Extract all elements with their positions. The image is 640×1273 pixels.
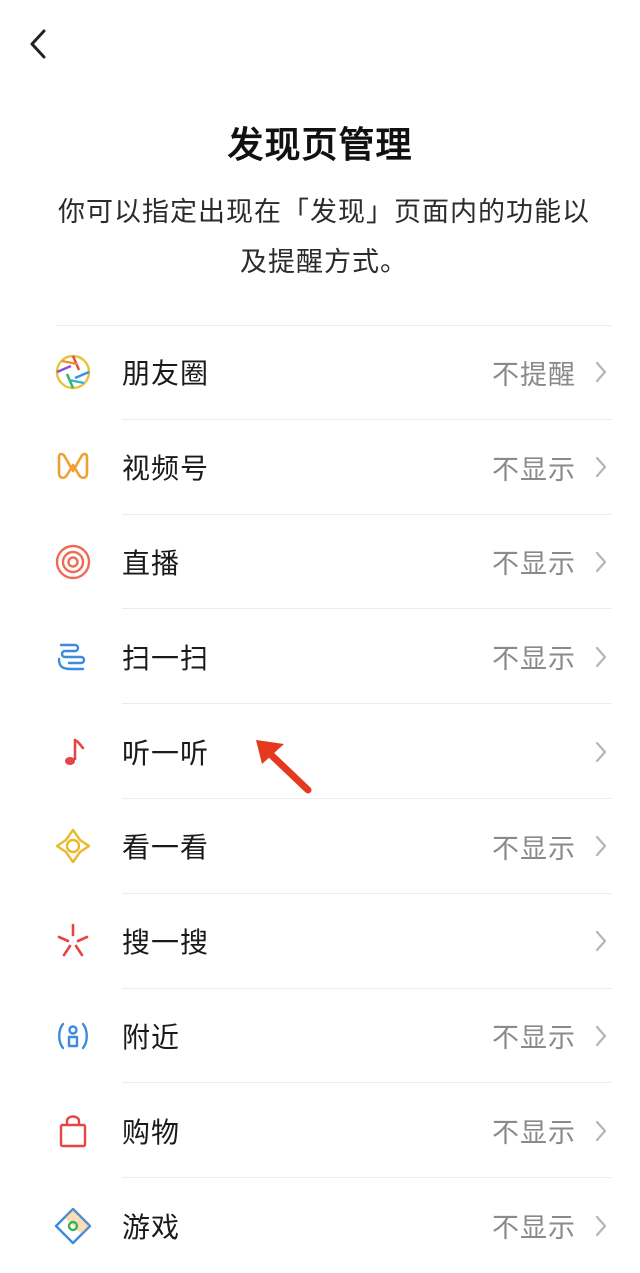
list-item-channels[interactable]: 视频号 不显示: [0, 420, 640, 515]
list-item-status: 不显示: [492, 1213, 576, 1245]
list-item-status: 不显示: [492, 454, 576, 486]
list-item-label: 购物: [122, 1115, 181, 1149]
list-item-games[interactable]: 游戏 不显示: [0, 1178, 640, 1273]
top-stories-icon: [52, 825, 94, 867]
list-item-status: 不显示: [492, 833, 576, 865]
list-item-status: 不显示: [492, 1118, 576, 1150]
chevron-left-icon: [30, 29, 46, 59]
chevron-right-icon: [592, 927, 610, 955]
scan-icon: [52, 636, 94, 678]
list-item-label: 视频号: [122, 452, 210, 486]
discover-settings-list: 朋友圈 不提醒 视频号 不显示 直播 不显示 扫一扫 不显示 听一听 看一看 不…: [0, 325, 640, 1273]
list-item-top-stories[interactable]: 看一看 不显示: [0, 799, 640, 894]
channels-icon: [52, 446, 94, 488]
chevron-right-icon: [592, 738, 610, 766]
list-item-label: 扫一扫: [122, 641, 210, 675]
list-item-nearby[interactable]: 附近 不显示: [0, 989, 640, 1084]
list-item-label: 朋友圈: [122, 357, 210, 391]
list-item-label: 游戏: [122, 1210, 181, 1244]
chevron-right-icon: [592, 453, 610, 481]
list-item-label: 搜一搜: [122, 926, 210, 960]
back-button[interactable]: [18, 22, 58, 66]
list-item-label: 看一看: [122, 831, 210, 865]
list-item-status: 不显示: [492, 1023, 576, 1055]
list-item-search[interactable]: 搜一搜: [0, 894, 640, 989]
sparkle-search-icon: [52, 920, 94, 962]
nearby-icon: [52, 1015, 94, 1057]
chevron-right-icon: [592, 832, 610, 860]
shopping-bag-icon: [52, 1110, 94, 1152]
chevron-right-icon: [592, 1117, 610, 1145]
music-note-icon: [52, 731, 94, 773]
live-icon: [52, 541, 94, 583]
list-item-listen[interactable]: 听一听: [0, 704, 640, 799]
list-item-scan[interactable]: 扫一扫 不显示: [0, 609, 640, 704]
chevron-right-icon: [592, 548, 610, 576]
list-item-status: 不提醒: [492, 359, 576, 391]
list-item-label: 附近: [122, 1020, 181, 1054]
chevron-right-icon: [592, 1022, 610, 1050]
list-item-label: 听一听: [122, 736, 210, 770]
list-item-label: 直播: [122, 546, 181, 580]
list-item-moments[interactable]: 朋友圈 不提醒: [0, 325, 640, 420]
list-item-status: 不显示: [492, 549, 576, 581]
chevron-right-icon: [592, 643, 610, 671]
page-description: 你可以指定出现在「发现」页面内的功能以及提醒方式。: [58, 197, 590, 278]
list-item-status: 不显示: [492, 644, 576, 676]
list-item-shopping[interactable]: 购物 不显示: [0, 1083, 640, 1178]
page-title: 发现页管理: [227, 125, 413, 166]
moments-icon: [52, 351, 94, 393]
games-icon: [52, 1205, 94, 1247]
chevron-right-icon: [592, 1212, 610, 1240]
list-item-live[interactable]: 直播 不显示: [0, 515, 640, 610]
chevron-right-icon: [592, 358, 610, 386]
